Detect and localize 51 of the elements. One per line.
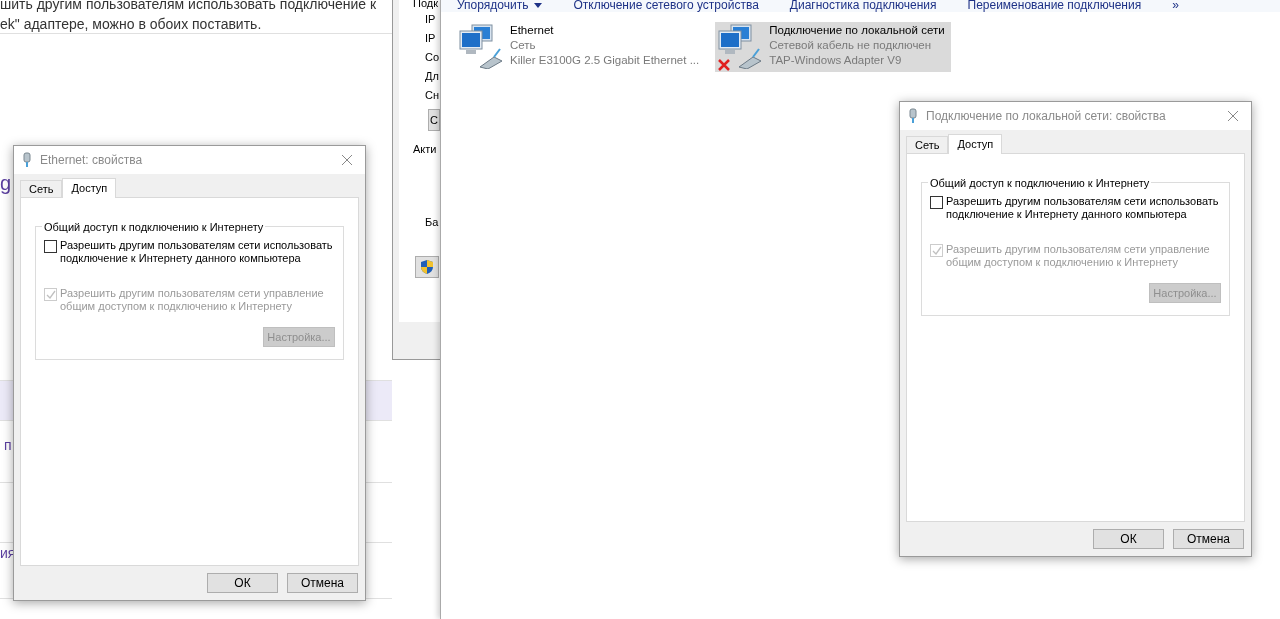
dialog-title: Подключение по локальной сети: свойства <box>926 108 1167 125</box>
section-label: Ба <box>424 214 439 230</box>
checkbox-label: Разрешить другим пользователям сети управление общим доступом к подключению к Интернету <box>946 243 1211 269</box>
shield-icon <box>420 259 434 275</box>
section-label: Подк <box>412 0 439 10</box>
link-fragment: п <box>3 436 12 455</box>
field-label: IP <box>424 12 436 27</box>
dialog-button[interactable]: Отмена <box>1173 529 1244 549</box>
close-icon <box>341 154 353 166</box>
tab[interactable]: Доступ <box>62 178 117 198</box>
dialog-button[interactable]: Отмена <box>287 573 358 593</box>
shield-button[interactable] <box>415 256 439 278</box>
field-label: Co <box>424 50 440 65</box>
close-icon <box>1227 110 1239 122</box>
network-computers-icon <box>717 23 764 69</box>
plug-icon <box>908 108 918 124</box>
link-fragment: g <box>0 171 12 196</box>
comment-text: шить другим пользователям использовать подключение к <box>0 0 378 14</box>
checkbox[interactable] <box>930 196 943 209</box>
checkbox[interactable] <box>44 240 57 253</box>
toolbar-button[interactable]: Отключение сетевого устройства <box>573 0 759 12</box>
adapter-name: Killer E3100G 2.5 Gigabit Ethernet ... <box>510 53 700 68</box>
network-computers-icon <box>458 23 504 69</box>
toolbar-button[interactable]: Переименование подключения <box>967 0 1142 12</box>
group-title: Общий доступ к подключению к Интернету <box>42 219 266 236</box>
checkbox-label: Разрешить другим пользователям сети использовать подключение к Интернету данного компьютера <box>60 239 334 265</box>
tab[interactable]: Сеть <box>20 180 63 197</box>
tab[interactable]: Доступ <box>948 134 1003 154</box>
field-label: Дл <box>424 69 439 84</box>
connection-status: Сетевой кабель не подключен <box>769 38 933 53</box>
connection-item[interactable]: Подключение по локальной сети Сетевой кабель не подключен TAP-Windows Adapter V9 <box>715 22 951 72</box>
connection-name: Подключение по локальной сети <box>769 23 945 38</box>
field-label: IP <box>424 31 436 46</box>
toolbar-button[interactable]: » <box>1172 0 1179 12</box>
toolbar-button[interactable]: Диагностика подключения <box>789 0 937 12</box>
tab[interactable]: Сеть <box>906 136 949 153</box>
field-label: Сн <box>424 88 440 103</box>
checkbox-label: Разрешить другим пользователям сети управление общим доступом к подключению к Интернету <box>60 287 325 313</box>
group-title: Общий доступ к подключению к Интернету <box>928 175 1152 192</box>
dialog-button[interactable]: ОК <box>1093 529 1164 549</box>
comment-text: ek" адаптере, можно в обоих поставить. <box>0 15 263 34</box>
connection-name: Ethernet <box>510 23 555 38</box>
details-button[interactable]: С <box>428 109 440 131</box>
plug-icon <box>22 152 32 168</box>
dialog-button[interactable]: ОК <box>207 573 278 593</box>
checkbox-label: Разрешить другим пользователям сети использовать подключение к Интернету данного компьютера <box>946 195 1220 221</box>
adapter-name: TAP-Windows Adapter V9 <box>769 53 903 68</box>
section-label: Акти <box>412 142 438 157</box>
connection-status: Сеть <box>510 38 537 53</box>
toolbar-button[interactable]: Упорядочить <box>457 0 543 12</box>
dialog-title: Ethernet: свойства <box>40 152 144 169</box>
